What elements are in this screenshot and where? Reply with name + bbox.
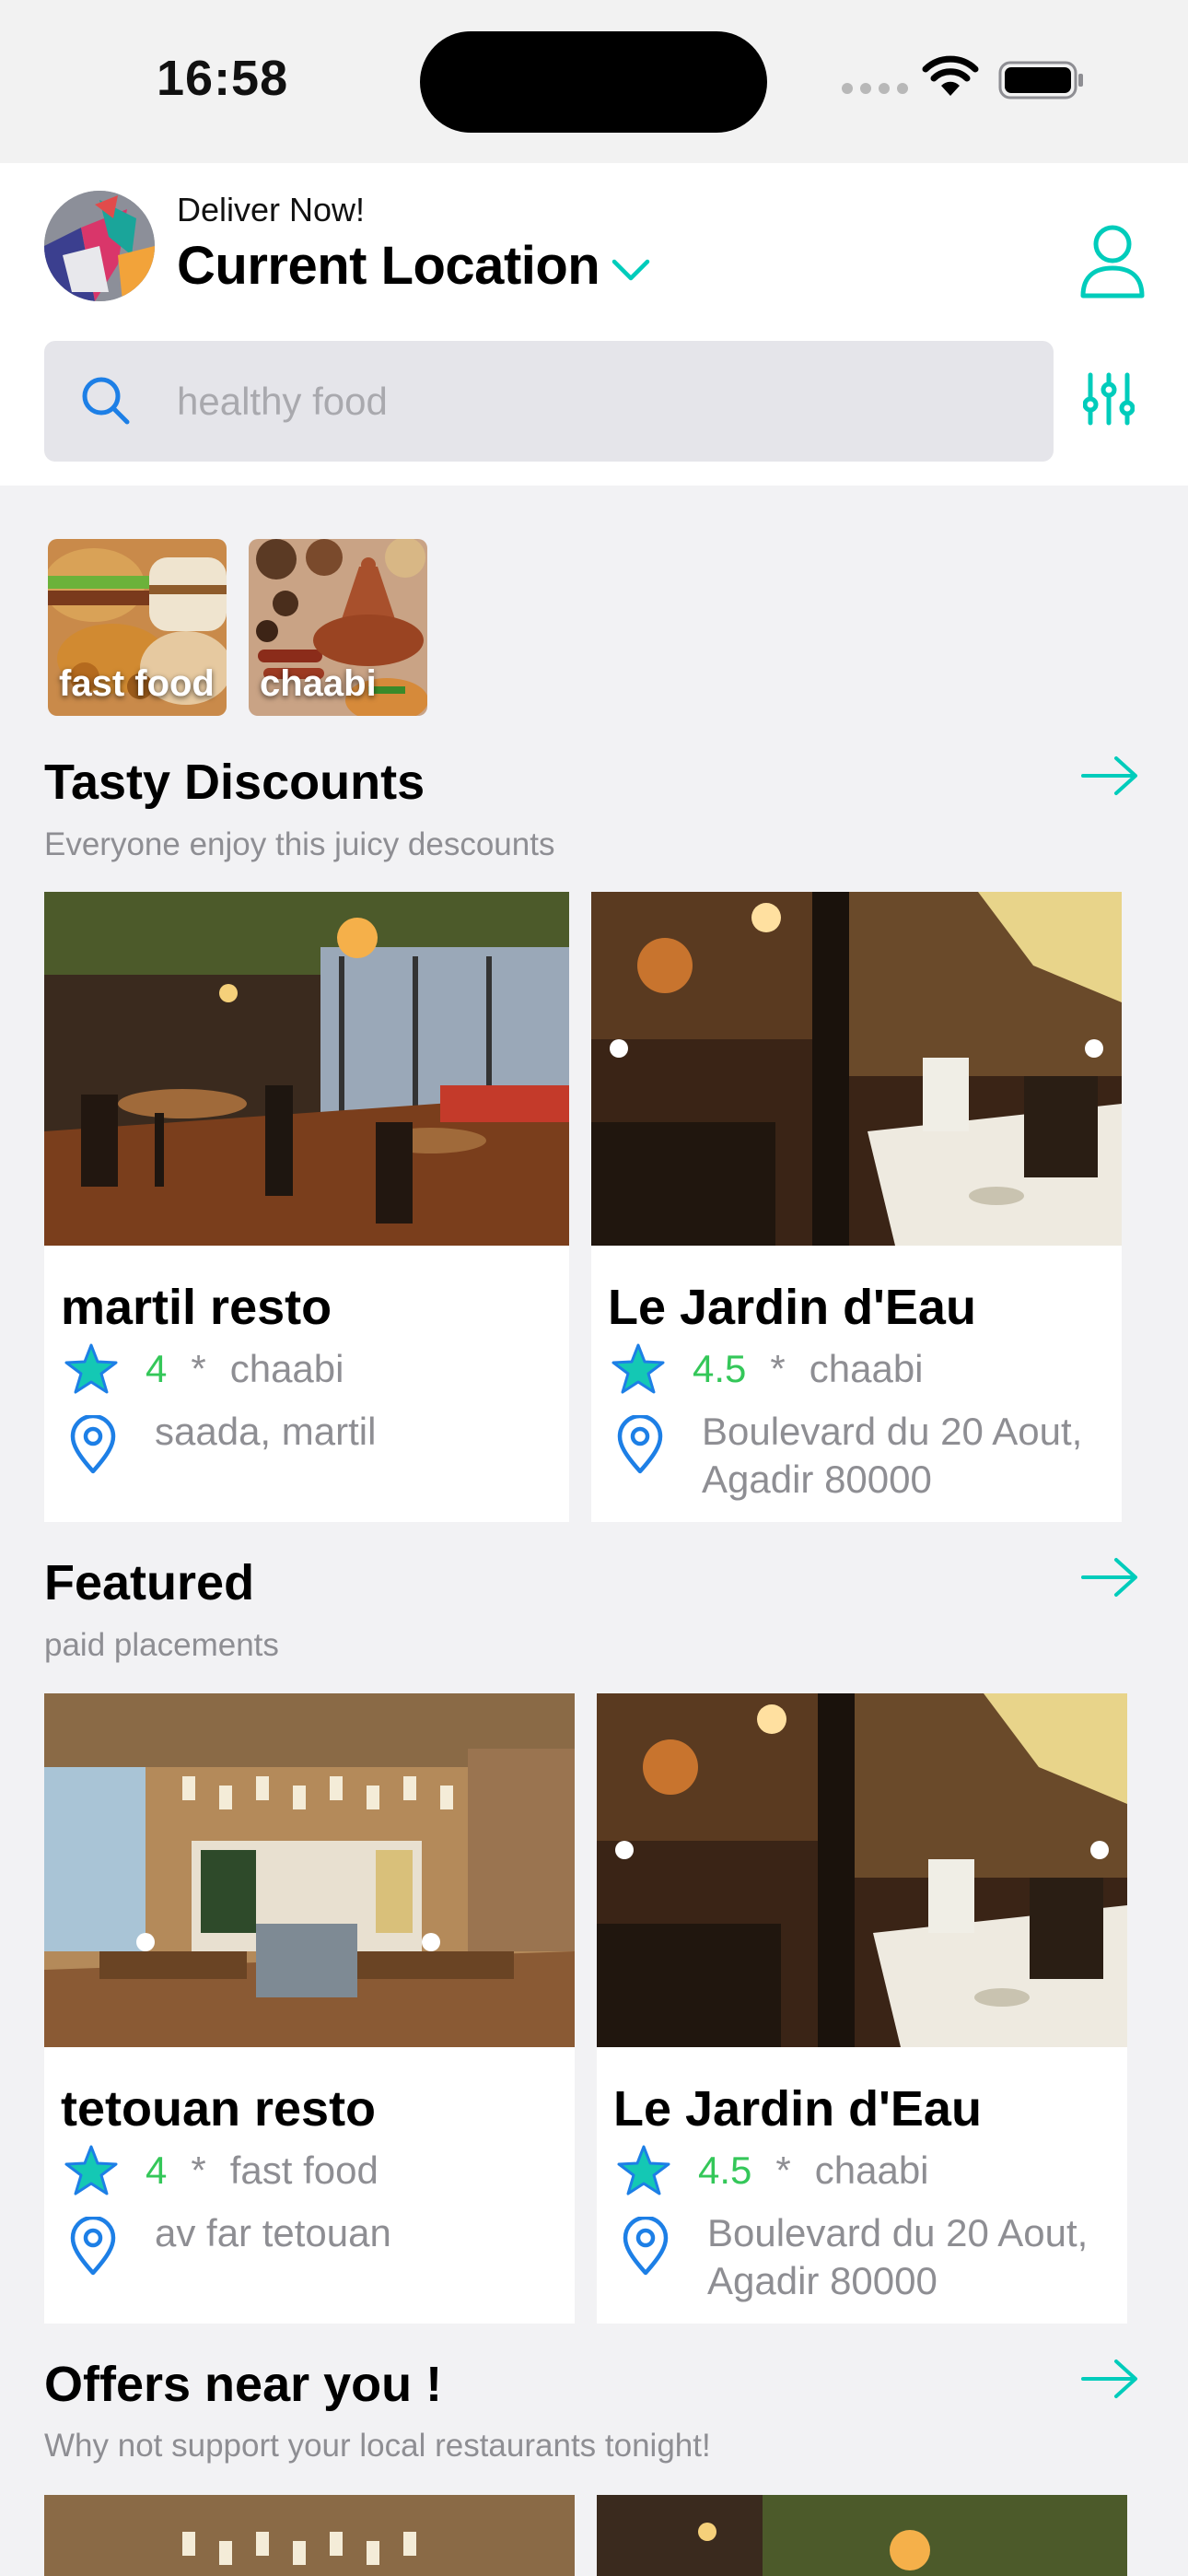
location-pin-icon bbox=[70, 2217, 116, 2276]
category-label: chaabi bbox=[260, 663, 377, 704]
sliders-icon[interactable] bbox=[1083, 371, 1135, 427]
user-icon[interactable] bbox=[1079, 222, 1146, 299]
restaurant-address: Boulevard du 20 Aout, Agadir 80000 bbox=[707, 2211, 1089, 2302]
location-pin-icon bbox=[617, 1415, 663, 1474]
rating-value: 4 bbox=[146, 1347, 168, 1390]
section-title-tasty-discounts: Tasty Discounts bbox=[44, 755, 425, 810]
restaurant-card[interactable]: Le Jardin d'Eau 4.5 * chaabi Boulevard d… bbox=[597, 1693, 1127, 2324]
dynamic-island bbox=[420, 31, 767, 133]
arrow-right-icon[interactable] bbox=[1081, 755, 1138, 796]
restaurant-card[interactable] bbox=[44, 2495, 575, 2576]
address-row: saada, martil bbox=[70, 1408, 542, 1474]
restaurant-photo bbox=[44, 1693, 575, 2047]
restaurant-photo bbox=[597, 1693, 1127, 2047]
address-row: Boulevard du 20 Aout, Agadir 80000 bbox=[617, 1408, 1089, 1504]
address-row: av far tetouan bbox=[70, 2209, 542, 2276]
restaurant-card[interactable]: martil resto 4 * chaabi saada, martil bbox=[44, 892, 569, 1522]
cuisine-label: chaabi bbox=[814, 2149, 929, 2192]
restaurant-card[interactable] bbox=[597, 2495, 1127, 2576]
app-header: Deliver Now! Current Location bbox=[0, 163, 1188, 486]
restaurant-photo bbox=[591, 892, 1122, 1246]
restaurant-address: av far tetouan bbox=[155, 2211, 391, 2254]
search-input[interactable] bbox=[177, 341, 1006, 462]
star-icon bbox=[64, 2145, 118, 2195]
status-time: 16:58 bbox=[157, 51, 289, 106]
restaurant-photo bbox=[44, 892, 569, 1246]
category-fast-food[interactable]: fast food bbox=[48, 539, 227, 716]
arrow-right-icon[interactable] bbox=[1081, 2359, 1138, 2399]
category-list: fast food chaabi bbox=[48, 539, 427, 716]
separator: * bbox=[770, 1347, 786, 1390]
rating-row: 4.5 * chaabi bbox=[617, 2145, 929, 2196]
section-title-featured: Featured bbox=[44, 1555, 255, 1610]
section-subtitle: Everyone enjoy this juicy descounts bbox=[44, 826, 555, 862]
cuisine-label: fast food bbox=[229, 2149, 379, 2192]
restaurant-address: Boulevard du 20 Aout, Agadir 80000 bbox=[702, 1410, 1083, 1501]
rating-row: 4.5 * chaabi bbox=[611, 1343, 924, 1395]
category-label: fast food bbox=[59, 663, 215, 704]
restaurant-name: Le Jardin d'Eau bbox=[608, 1280, 976, 1335]
restaurant-name: martil resto bbox=[61, 1280, 332, 1335]
battery-icon bbox=[998, 61, 1083, 100]
star-icon bbox=[611, 1343, 665, 1394]
category-chaabi[interactable]: chaabi bbox=[249, 539, 427, 716]
separator: * bbox=[191, 2149, 206, 2192]
arrow-right-icon[interactable] bbox=[1081, 1557, 1138, 1598]
section-subtitle: Why not support your local restaurants t… bbox=[44, 2428, 711, 2464]
restaurant-name: tetouan resto bbox=[61, 2081, 377, 2137]
location-selector[interactable]: Current Location bbox=[177, 235, 651, 297]
location-title: Current Location bbox=[177, 236, 600, 296]
avatar[interactable] bbox=[44, 191, 155, 301]
restaurant-card[interactable]: Le Jardin d'Eau 4.5 * chaabi Boulevard d… bbox=[591, 892, 1122, 1522]
cellular-signal-icon bbox=[842, 83, 908, 94]
cuisine-label: chaabi bbox=[809, 1347, 924, 1390]
section-subtitle: paid placements bbox=[44, 1627, 279, 1663]
separator: * bbox=[191, 1347, 206, 1390]
location-pin-icon bbox=[623, 2217, 669, 2276]
restaurant-photo bbox=[44, 2495, 575, 2576]
restaurant-card[interactable]: tetouan resto 4 * fast food av far tetou… bbox=[44, 1693, 575, 2324]
rating-value: 4.5 bbox=[698, 2149, 752, 2192]
status-bar: 16:58 bbox=[0, 0, 1188, 163]
restaurant-name: Le Jardin d'Eau bbox=[613, 2081, 982, 2137]
star-icon bbox=[617, 2145, 670, 2195]
chevron-down-icon bbox=[611, 259, 650, 280]
rating-row: 4 * fast food bbox=[64, 2145, 379, 2196]
section-title-offers-near-you: Offers near you ! bbox=[44, 2357, 443, 2412]
star-icon bbox=[64, 1343, 118, 1394]
cuisine-label: chaabi bbox=[229, 1347, 344, 1390]
rating-value: 4 bbox=[146, 2149, 168, 2192]
search-icon bbox=[82, 377, 130, 425]
rating-value: 4.5 bbox=[693, 1347, 747, 1390]
rating-row: 4 * chaabi bbox=[64, 1343, 344, 1395]
deliver-now-label: Deliver Now! bbox=[177, 191, 366, 228]
restaurant-address: saada, martil bbox=[155, 1410, 377, 1453]
wifi-icon bbox=[922, 55, 979, 96]
search-bar[interactable] bbox=[44, 341, 1054, 462]
location-pin-icon bbox=[70, 1415, 116, 1474]
restaurant-photo bbox=[597, 2495, 1127, 2576]
separator: * bbox=[775, 2149, 791, 2192]
address-row: Boulevard du 20 Aout, Agadir 80000 bbox=[623, 2209, 1094, 2305]
